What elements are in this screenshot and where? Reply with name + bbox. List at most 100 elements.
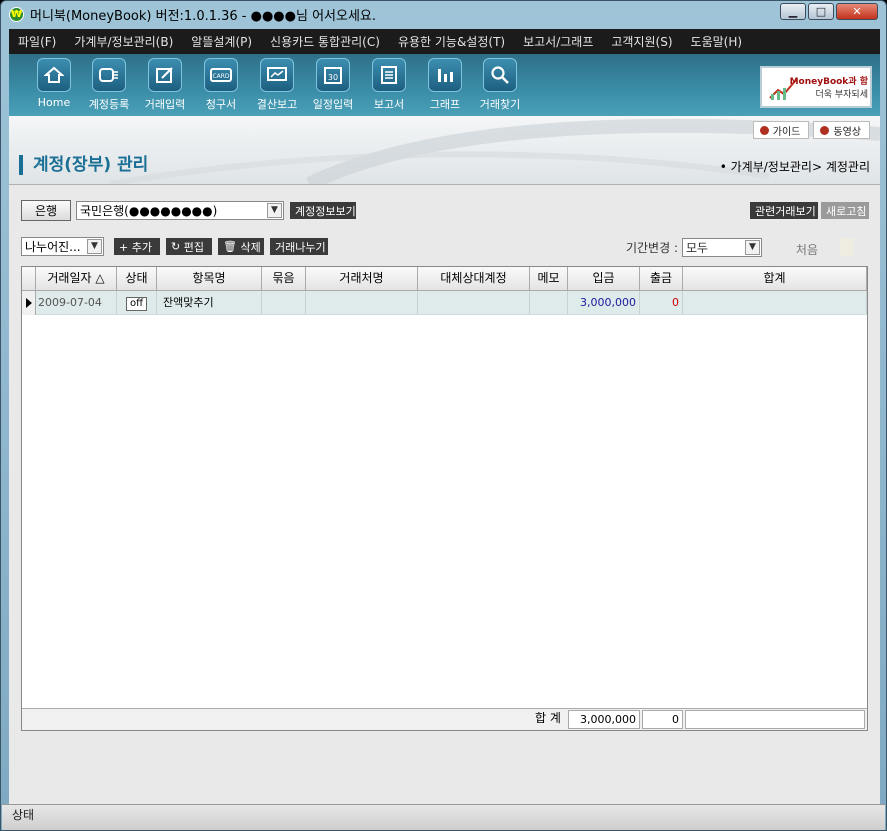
guide-buttons: 가이드 동영상 — [752, 121, 870, 139]
first-label[interactable]: 처음 — [796, 241, 818, 258]
period-select[interactable]: 모두 ▼ — [682, 238, 762, 257]
toolbar-schedule[interactable]: 30 일정입력 — [308, 58, 358, 112]
menu-bar: 파일(F) 가계부/정보관리(B) 알뜰설계(P) 신용카드 통합관리(C) 유… — [9, 29, 880, 54]
window-title: 머니북(MoneyBook) 버전:1.0.1.36 - ●●●●님 어서오세요… — [30, 9, 377, 24]
account-select[interactable]: 국민은행(●●●●●●●●) ▼ — [76, 201, 284, 220]
period-label: 기간변경 : — [625, 241, 678, 255]
app-window: ₩ 머니북(MoneyBook) 버전:1.0.1.36 - ●●●●님 어서오… — [0, 0, 887, 831]
period-filter: 기간변경 : 모두 ▼ — [626, 238, 762, 257]
cell-group — [262, 291, 306, 314]
content-area: 은행 국민은행(●●●●●●●●) ▼ 계정정보보기 관련거래보기 새로고침 나… — [9, 184, 880, 804]
col-total[interactable]: 합계 — [683, 267, 867, 290]
action-row: 나누어진... ▼ + 추가 ↻ 편집 🗑 삭제 거래나누기 — [21, 237, 328, 256]
related-transactions-button[interactable]: 관련거래보기 — [750, 202, 818, 219]
account-selector-row: 은행 국민은행(●●●●●●●●) ▼ 계정정보보기 — [21, 200, 356, 221]
toolbar-home[interactable]: Home — [29, 58, 79, 109]
footer-grand-total — [685, 710, 865, 729]
cell-date: 2009-07-04 — [36, 291, 117, 314]
col-date[interactable]: 거래일자 △ — [36, 267, 117, 290]
delete-button[interactable]: 🗑 삭제 — [218, 238, 264, 255]
row-selector-header — [22, 267, 36, 291]
calendar-icon: 30 — [316, 58, 350, 92]
card-bill-icon: CARD — [204, 58, 238, 92]
footer-withdraw-total: 0 — [642, 710, 683, 729]
toolbar-report[interactable]: 보고서 — [364, 58, 414, 112]
document-icon — [372, 58, 406, 92]
grid-footer: 합 계 3,000,000 0 — [22, 708, 867, 730]
monitor-report-icon — [260, 58, 294, 92]
window-controls: ▁ □ ✕ — [780, 3, 878, 20]
split-transaction-button[interactable]: 거래나누기 — [270, 238, 328, 255]
search-icon — [483, 58, 517, 92]
account-register-icon — [92, 58, 126, 92]
col-memo[interactable]: 메모 — [530, 267, 568, 290]
app-logo-icon: ₩ — [9, 7, 24, 22]
cell-item: 잔액맞추기 — [157, 291, 262, 314]
toolbar-account-register[interactable]: 계정등록 — [84, 58, 134, 112]
video-button[interactable]: 동영상 — [813, 121, 870, 139]
toolbar-transaction-input[interactable]: 거래입력 — [140, 58, 190, 112]
maximize-button[interactable]: □ — [808, 3, 834, 20]
toolbar-find[interactable]: 거래찾기 — [475, 58, 525, 112]
menu-support[interactable]: 고객지원(S) — [602, 33, 681, 50]
menu-card[interactable]: 신용카드 통합관리(C) — [261, 33, 389, 50]
chevron-down-icon: ▼ — [745, 240, 760, 255]
chevron-down-icon: ▼ — [87, 239, 102, 254]
cell-memo — [530, 291, 568, 314]
cell-transfer — [418, 291, 530, 314]
edit-icon: ↻ — [171, 240, 184, 253]
row-selector[interactable] — [22, 291, 36, 315]
col-deposit[interactable]: 입금 — [568, 267, 640, 290]
minimize-button[interactable]: ▁ — [780, 3, 806, 20]
col-payee[interactable]: 거래처명 — [306, 267, 418, 290]
cell-payee — [306, 291, 418, 314]
col-group[interactable]: 묶음 — [262, 267, 306, 290]
split-filter-select[interactable]: 나누어진... ▼ — [21, 237, 104, 256]
chevron-down-icon: ▼ — [267, 203, 282, 218]
play-icon — [759, 125, 769, 135]
svg-text:CARD: CARD — [212, 73, 229, 80]
status-badge[interactable]: off — [125, 297, 147, 311]
menu-ledger[interactable]: 가계부/정보관리(B) — [65, 33, 182, 50]
cell-withdraw: 0 — [640, 291, 683, 314]
refresh-button[interactable]: 새로고침 — [821, 202, 869, 219]
current-row-arrow-icon — [26, 298, 32, 308]
title-bar[interactable]: ₩ 머니북(MoneyBook) 버전:1.0.1.36 - ●●●●님 어서오… — [1, 1, 886, 28]
menu-plan[interactable]: 알뜰설계(P) — [182, 33, 261, 50]
promo-banner[interactable]: MoneyBook과 함 더욱 부자되세 — [760, 66, 872, 108]
close-button[interactable]: ✕ — [836, 3, 878, 20]
toolbar-graph[interactable]: 그래프 — [420, 58, 470, 112]
add-button[interactable]: + 추가 — [114, 238, 160, 255]
menu-reports[interactable]: 보고서/그래프 — [514, 33, 602, 50]
bar-chart-icon — [428, 58, 462, 92]
footer-label: 합 계 — [530, 710, 566, 729]
play-icon — [820, 125, 830, 135]
toolbar-bill[interactable]: CARD 청구서 — [196, 58, 246, 112]
cell-deposit: 3,000,000 — [568, 291, 640, 314]
first-date-input[interactable] — [840, 238, 854, 256]
bank-button[interactable]: 은행 — [21, 200, 71, 221]
menu-tools[interactable]: 유용한 기능&설정(T) — [389, 33, 514, 50]
guide-button[interactable]: 가이드 — [752, 121, 810, 139]
menu-help[interactable]: 도움말(H) — [682, 33, 752, 50]
toolbar-settlement-report[interactable]: 결산보고 — [252, 58, 302, 112]
view-account-info-button[interactable]: 계정정보보기 — [290, 202, 356, 219]
col-withdraw[interactable]: 출금 — [640, 267, 683, 290]
footer-deposit-total: 3,000,000 — [568, 710, 640, 729]
menu-file[interactable]: 파일(F) — [9, 33, 65, 50]
transaction-grid[interactable]: 거래일자 △ 상태 항목명 묶음 거래처명 대체상대계정 메모 입금 출금 합계… — [21, 266, 868, 731]
col-transfer-account[interactable]: 대체상대계정 — [418, 267, 530, 290]
home-icon — [37, 58, 71, 92]
page-title: 계정(장부) 관리 — [19, 155, 148, 175]
breadcrumb: • 가계부/정보관리> 계정관리 — [719, 160, 870, 174]
svg-text:30: 30 — [328, 73, 338, 82]
col-item[interactable]: 항목명 — [157, 267, 262, 290]
main-toolbar: Home 계정등록 거래입력 CARD 청구서 결산보고 30 일정입력 보고서… — [9, 54, 880, 116]
trash-icon: 🗑 — [223, 240, 241, 253]
status-bar: 상태 — [2, 804, 885, 830]
table-row[interactable]: 2009-07-04 off 잔액맞추기 3,000,000 0 — [22, 291, 867, 315]
cell-status[interactable]: off — [117, 291, 157, 314]
edit-button[interactable]: ↻ 편집 — [166, 238, 212, 255]
cell-total — [683, 291, 867, 314]
col-status[interactable]: 상태 — [117, 267, 157, 290]
